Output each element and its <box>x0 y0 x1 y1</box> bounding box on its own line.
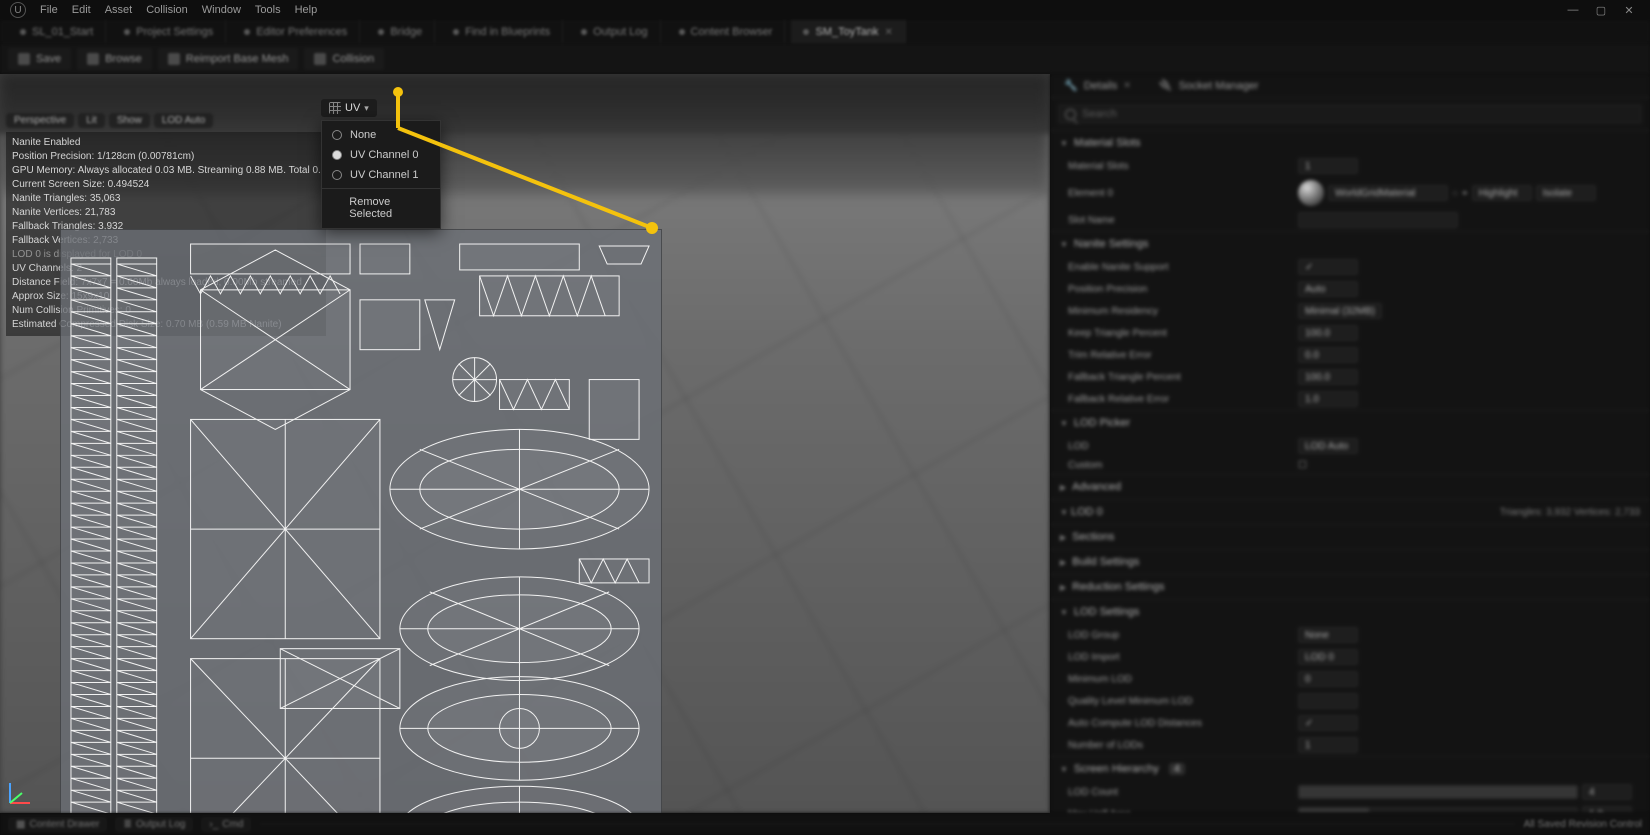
viewport-mode-bar: Perspective Lit Show LOD Auto <box>6 113 213 128</box>
lodset-field-2[interactable]: 0 <box>1298 671 1358 687</box>
stat-line-0: Nanite Enabled <box>12 136 320 150</box>
material-asset-dropdown[interactable]: WorldGridMaterial <box>1328 185 1448 201</box>
doc-tab-7[interactable]: SM_ToyTank✕ <box>791 20 905 44</box>
menu-edit[interactable]: Edit <box>72 4 91 16</box>
menu-help[interactable]: Help <box>295 4 318 16</box>
search-icon <box>1065 109 1076 120</box>
chevron-down-icon: ▾ <box>364 103 369 114</box>
tab-details[interactable]: 🔧Details✕ <box>1050 74 1145 97</box>
tab-socket-manager[interactable]: 🔌Socket Manager <box>1145 74 1273 97</box>
menu-window[interactable]: Window <box>202 4 241 16</box>
section-sections[interactable]: ▶Sections <box>1050 525 1650 549</box>
uv-layout-overlay <box>60 229 662 813</box>
doc-tab-0[interactable]: SL_01_Start <box>8 20 106 44</box>
viewport-mode-3[interactable]: LOD Auto <box>154 113 213 128</box>
toolbar-collision[interactable]: Collision <box>304 48 384 70</box>
document-tabstrip: SL_01_StartProject SettingsEditor Prefer… <box>0 20 1650 44</box>
section-material-slots[interactable]: ▼Material Slots <box>1050 131 1650 155</box>
doc-tab-3[interactable]: Bridge <box>366 20 435 44</box>
doc-tab-6[interactable]: Content Browser <box>667 20 786 44</box>
editor-toolbar: Save Browse Reimport Base MeshCollision <box>0 44 1650 74</box>
toolbar-browse[interactable]: Browse <box>77 48 152 70</box>
nanite-field-3[interactable]: 100.0 <box>1298 325 1358 341</box>
uv-menu-remove[interactable]: Remove Selected <box>322 192 440 224</box>
menu-file[interactable]: File <box>40 4 58 16</box>
uv-dropdown-button[interactable]: UV ▾ <box>321 99 377 117</box>
nanite-field-1[interactable]: Auto <box>1298 281 1358 297</box>
uv-menu-item-2[interactable]: UV Channel 1 <box>322 165 440 185</box>
toolbar-reimport-base-mesh[interactable]: Reimport Base Mesh <box>158 48 299 70</box>
doc-tab-5[interactable]: Output Log <box>569 20 660 44</box>
section-screen-hierarchy[interactable]: ▼Screen Hierarchy 4 <box>1050 757 1650 781</box>
viewport-mode-1[interactable]: Lit <box>78 113 105 128</box>
stat-line-1: Position Precision: 1/128cm (0.00781cm) <box>12 150 320 164</box>
window-close-icon[interactable]: ✕ <box>1618 3 1640 17</box>
material-isolate-toggle[interactable]: Isolate <box>1536 185 1596 201</box>
axis-gizmo-icon <box>4 775 38 809</box>
bottom-dock: ▦Content Drawer ≣Output Log ›_Cmd All Sa… <box>0 813 1650 835</box>
doc-tab-1[interactable]: Project Settings <box>112 20 226 44</box>
uv-channel-menu[interactable]: NoneUV Channel 0UV Channel 1 Remove Selec… <box>321 120 441 229</box>
screen-slider-0[interactable] <box>1298 785 1578 799</box>
section-lod0[interactable]: ▼ LOD 0 Triangles: 3,932 Vertices: 2,733 <box>1050 500 1650 524</box>
material-slot-count[interactable]: 1 <box>1298 158 1358 174</box>
nanite-field-2[interactable]: Minimal (32MB) <box>1298 303 1382 319</box>
menu-asset[interactable]: Asset <box>105 4 133 16</box>
section-advanced[interactable]: ▶Advanced <box>1050 475 1650 499</box>
lodset-field-4[interactable]: ✓ <box>1298 715 1358 731</box>
details-panel: 🔧Details✕ 🔌Socket Manager Search ▼Materi… <box>1050 74 1650 813</box>
uv-grid-icon <box>329 102 341 114</box>
stat-line-3: Current Screen Size: 0.494524 <box>12 178 320 192</box>
lodset-field-0[interactable]: None <box>1298 627 1358 643</box>
details-search-input[interactable]: Search <box>1058 104 1642 124</box>
window-maximize-icon[interactable]: ▢ <box>1590 3 1612 17</box>
section-lod-picker[interactable]: ▼LOD Picker <box>1050 411 1650 435</box>
bottom-tab-output-log[interactable]: ≣Output Log <box>115 817 193 832</box>
viewport-mode-0[interactable]: Perspective <box>6 113 74 128</box>
material-thumbnail-icon[interactable] <box>1298 180 1324 206</box>
nanite-field-4[interactable]: 0.0 <box>1298 347 1358 363</box>
bottom-tab-cmd[interactable]: ›_Cmd <box>201 817 251 832</box>
uv-menu-item-1[interactable]: UV Channel 0 <box>322 145 440 165</box>
nanite-field-6[interactable]: 1.0 <box>1298 391 1358 407</box>
nanite-field-0[interactable]: ✓ <box>1298 259 1358 275</box>
lod-picker-dropdown[interactable]: LOD Auto <box>1298 438 1358 454</box>
section-lod-settings[interactable]: ▼LOD Settings <box>1050 600 1650 624</box>
menu-tools[interactable]: Tools <box>255 4 281 16</box>
uv-dropdown-label: UV <box>345 102 360 114</box>
section-build-settings[interactable]: ▶Build Settings <box>1050 550 1650 574</box>
uv-menu-item-0[interactable]: None <box>322 125 440 145</box>
stat-line-4: Nanite Triangles: 35,063 <box>12 192 320 206</box>
viewport-mode-2[interactable]: Show <box>109 113 150 128</box>
lodset-field-5[interactable]: 1 <box>1298 737 1358 753</box>
doc-tab-2[interactable]: Editor Preferences <box>232 20 360 44</box>
nanite-field-5[interactable]: 100.0 <box>1298 369 1358 385</box>
lodset-field-3[interactable] <box>1298 693 1358 709</box>
toolbar-save[interactable]: Save <box>8 48 71 70</box>
section-reduction-settings[interactable]: ▶Reduction Settings <box>1050 575 1650 599</box>
doc-tab-4[interactable]: Find in Blueprints <box>441 20 563 44</box>
lodset-field-1[interactable]: LOD 0 <box>1298 649 1358 665</box>
material-highlight-toggle[interactable]: Highlight <box>1472 185 1532 201</box>
window-minimize-icon[interactable]: — <box>1562 3 1584 17</box>
stat-line-5: Nanite Vertices: 21,783 <box>12 206 320 220</box>
bottom-status-text: All Saved Revision Control <box>1524 819 1642 830</box>
stat-line-2: GPU Memory: Always allocated 0.03 MB. St… <box>12 164 320 178</box>
menu-collision[interactable]: Collision <box>146 4 188 16</box>
app-logo-icon: U <box>10 2 26 18</box>
section-nanite-settings[interactable]: ▼Nanite Settings <box>1050 232 1650 256</box>
menubar: U File Edit Asset Collision Window Tools… <box>0 0 1650 20</box>
bottom-tab-content-drawer[interactable]: ▦Content Drawer <box>8 817 107 832</box>
static-mesh-viewport[interactable]: Perspective Lit Show LOD Auto Nanite Enable… <box>0 74 1050 813</box>
